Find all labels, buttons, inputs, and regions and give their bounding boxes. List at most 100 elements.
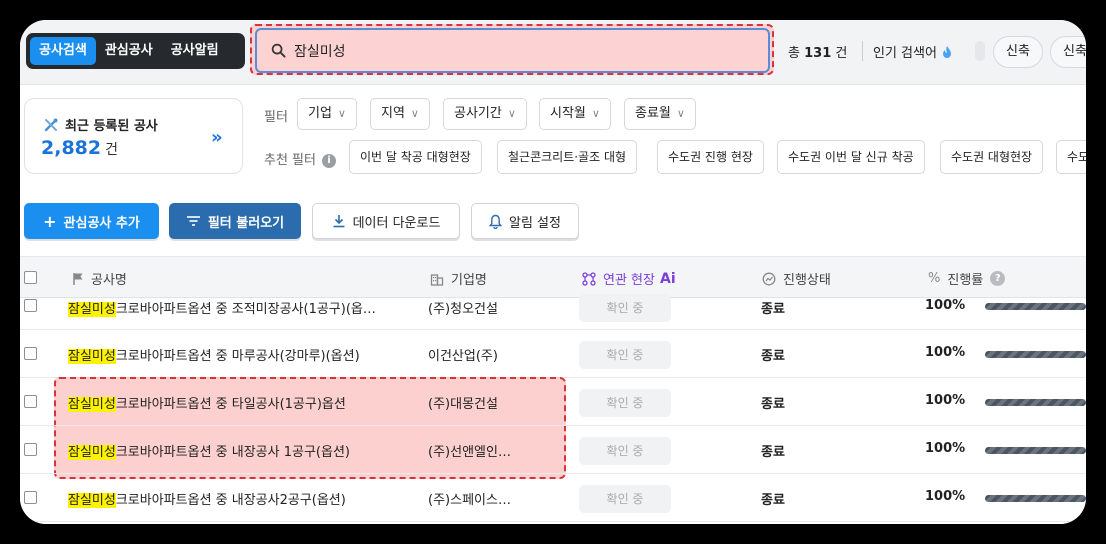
related-site-pill: 확인 중 [579,389,671,417]
popular-keyword-chip[interactable]: 신축 [993,36,1043,68]
search-input[interactable] [294,42,734,59]
company-name: 이건산업(주) [428,349,498,364]
progress-percent: 100% [925,345,966,360]
table-row[interactable]: 잠실미성크로바아파트옵션 중 타일공사(1공구)옵션 (주)대몽건설 확인 중 … [20,378,1086,426]
data-download-button[interactable]: 데이터 다운로드 [312,203,460,239]
table-header: 공사명 기업명 연관 현장 Ai 진행상태 % 진행률 ? [20,256,1086,298]
tab-project-search[interactable]: 공사검색 [30,37,96,65]
status-text: 종료 [761,493,785,508]
company-name: (주)청오건설 [428,302,498,317]
popular-keywords-label: 인기 검색어 [873,42,953,61]
search-box[interactable] [255,28,770,73]
project-name[interactable]: 잠실미성크로바아파트옵션 중 내장공사 1공구(옵션) [68,441,350,460]
progress-bar [985,447,1086,454]
flag-icon [73,272,83,285]
search-icon [271,43,286,58]
gauge-icon [762,272,776,285]
recent-projects-count: 2,882 건 [41,137,118,159]
progress-percent: 100% [925,298,966,313]
progress-percent: 100% [925,489,966,504]
recommend-filter-chip[interactable]: 수도권 대형현장 [940,140,1044,174]
status-text: 종료 [761,302,785,317]
status-text: 종료 [761,445,785,460]
column-project-name[interactable]: 공사명 [72,269,127,288]
chevron-down-icon: ∨ [337,107,346,120]
related-site-pill: 확인 중 [579,294,671,322]
tab-project-alerts[interactable]: 공사알림 [162,37,228,65]
info-icon[interactable]: i [321,153,336,168]
help-icon[interactable]: ? [990,271,1006,286]
row-checkbox[interactable] [24,347,37,360]
progress-bar [985,303,1086,310]
row-checkbox[interactable] [24,395,37,408]
row-checkbox[interactable] [24,299,37,312]
column-status[interactable]: 진행상태 [762,269,831,288]
table-row[interactable]: 잠실미성크로바아파트옵션 중 내장공사2공구(옵션) (주)스페이스… 확인 중… [20,474,1086,522]
chevron-down-icon: ∨ [507,107,516,120]
recent-projects-title: 최근 등록된 공사 [43,115,158,134]
filter-region[interactable]: 지역 ∨ [370,98,430,130]
table-row[interactable]: 잠실미성크로바아파트옵션 중 조적미장공사(1공구)(옵… (주)청오건설 확인… [20,294,1086,330]
recommend-filter-chip[interactable]: 수도 [1056,140,1086,174]
table-row[interactable]: 잠실미성크로바아파트옵션 중 내장공사 1공구(옵션) (주)선앤엘인… 확인 … [20,426,1086,474]
recent-projects-card[interactable]: 최근 등록된 공사 2,882 건 » [24,98,243,174]
bell-icon [489,214,502,229]
recommend-filter-chip[interactable]: 수도권 진행 현장 [657,140,764,174]
tools-icon [44,118,58,131]
app-frame: 공사검색 관심공사 공사알림 총 131 건 인기 검색어 신축 신축 최근 등… [20,20,1086,524]
network-icon [582,271,596,286]
company-name: (주)선앤엘인… [428,445,511,460]
top-bar: 공사검색 관심공사 공사알림 총 131 건 인기 검색어 신축 신축 [20,20,1086,85]
select-all-checkbox[interactable] [24,271,37,284]
related-site-pill: 확인 중 [579,485,671,513]
progress-percent: 100% [925,393,966,408]
project-name[interactable]: 잠실미성크로바아파트옵션 중 조적미장공사(1공구)(옵… [68,298,376,317]
progress-bar [985,351,1086,358]
column-company-name[interactable]: 기업명 [430,269,487,288]
project-name[interactable]: 잠실미성크로바아파트옵션 중 내장공사2공구(옵션) [68,489,346,508]
progress-bar [985,495,1086,502]
recommend-filter-chip[interactable]: 이번 달 착공 대형현장 [349,140,482,174]
filter-start-month[interactable]: 시작월 ∨ [539,98,611,130]
filter-period[interactable]: 공사기간 ∨ [443,98,527,130]
recommend-filter-chip[interactable]: 철근콘크리트·골조 대형 [497,140,638,174]
chevron-down-icon: ∨ [410,107,419,120]
scroll-fade [975,41,985,61]
tab-interest-projects[interactable]: 관심공사 [96,37,162,65]
ai-badge: Ai [659,270,676,287]
download-icon [333,215,345,228]
filter-icon [186,216,200,226]
alert-settings-button[interactable]: 알림 설정 [471,203,579,239]
divider [862,41,863,61]
project-name[interactable]: 잠실미성크로바아파트옵션 중 타일공사(1공구)옵션 [68,393,346,412]
filter-end-month[interactable]: 종료월 ∨ [624,98,696,130]
double-chevron-right-icon[interactable]: » [211,127,223,148]
popular-keyword-chip[interactable]: 신축 [1050,36,1086,68]
percent-icon: % [928,271,941,286]
project-name[interactable]: 잠실미성크로바아파트옵션 중 마루공사(강마루)(옵션) [68,345,360,364]
recommend-filter-chip[interactable]: 수도권 이번 달 신규 착공 [777,140,925,174]
building-icon [430,273,444,286]
load-filter-button[interactable]: 필터 불러오기 [169,203,301,239]
row-checkbox[interactable] [24,443,37,456]
company-name: (주)대몽건설 [428,397,498,412]
search-mode-tabs: 공사검색 관심공사 공사알림 [26,33,245,69]
company-name: (주)스페이스… [428,493,511,508]
recommend-filter-label: 추천 필터 i [264,149,336,168]
total-count: 총 131 건 [788,46,848,61]
chevron-down-icon: ∨ [676,107,685,120]
column-related-site[interactable]: 연관 현장 Ai [582,269,676,288]
related-site-pill: 확인 중 [579,437,671,465]
progress-percent: 100% [925,441,966,456]
table-row[interactable]: 잠실미성크로바아파트옵션 중 마루공사(강마루)(옵션) 이건산업(주) 확인 … [20,330,1086,378]
status-text: 종료 [761,349,785,364]
row-checkbox[interactable] [24,491,37,504]
filter-company[interactable]: 기업 ∨ [297,98,357,130]
filter-label: 필터 [264,110,288,125]
column-progress[interactable]: % 진행률 ? [928,269,1006,288]
chevron-down-icon: ∨ [591,107,600,120]
progress-bar [985,399,1086,406]
add-interest-project-button[interactable]: + 관심공사 추가 [24,203,159,239]
status-text: 종료 [761,397,785,412]
related-site-pill: 확인 중 [579,341,671,369]
